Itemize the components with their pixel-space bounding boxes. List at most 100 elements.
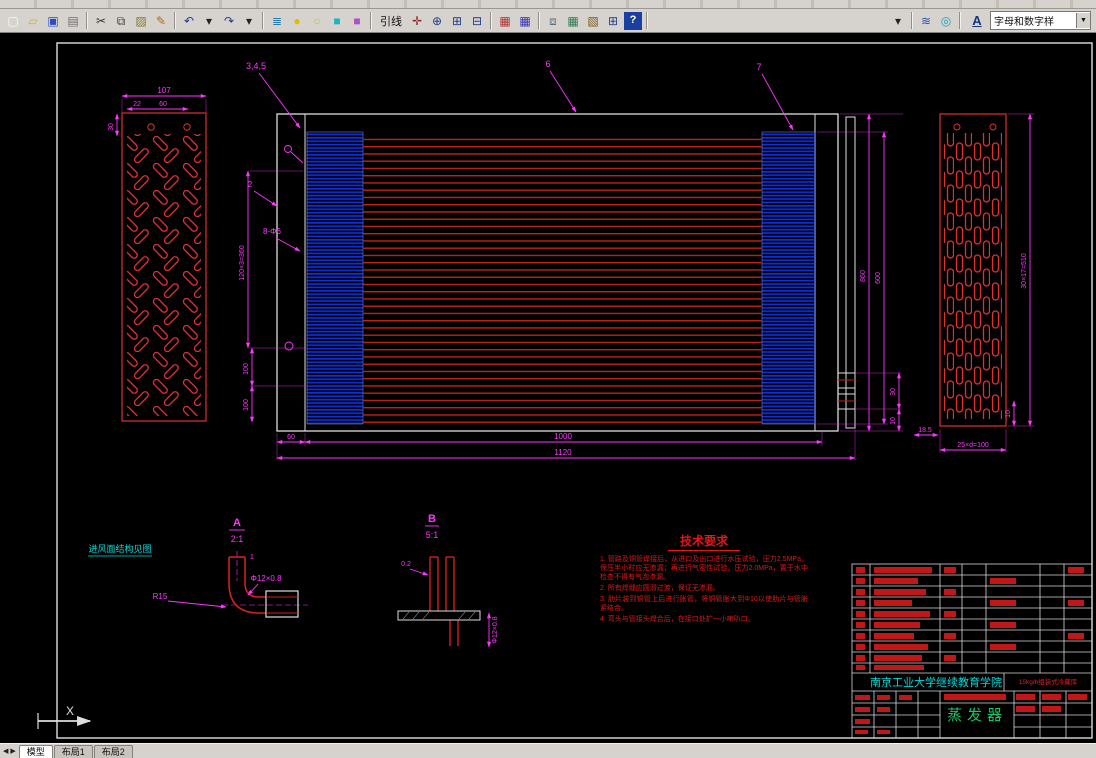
tab-layout2[interactable]: 布局2	[93, 745, 133, 758]
redo-icon[interactable]: ↷	[219, 11, 239, 31]
fin-block-left[interactable]	[306, 131, 364, 425]
design-center-icon[interactable]: ▦	[515, 11, 535, 31]
dim-1120[interactable]: 1120	[554, 448, 572, 457]
dim-10-right[interactable]: 10	[890, 417, 897, 425]
dim-860[interactable]: 860	[860, 270, 867, 282]
calculator-icon[interactable]: ⊞	[603, 11, 623, 31]
tech-requirement-item: 1. 管路及铜管焊接后，从进口及出口进行水压试验，压力2.5MPa，保压半小时应…	[600, 556, 808, 581]
layer-off-bulb-icon[interactable]: ○	[307, 11, 327, 31]
toolbar-overflow-icon[interactable]: ▾	[888, 11, 908, 31]
left-plate-view[interactable]	[121, 112, 207, 422]
zoom-previous-icon[interactable]: ⊟	[467, 11, 487, 31]
dim-100-b[interactable]: 100	[243, 399, 250, 411]
tab-model[interactable]: 模型	[18, 745, 53, 758]
toolbar-left: ▢ ▱ ▣ ▤ ✂ ⧉ ▨ ✎ ↶ ▾ ↷ ▾ ≣ ● ○ ■ ■	[3, 11, 375, 31]
zoom-realtime-icon[interactable]: ⊕	[427, 11, 447, 31]
table-icon[interactable]: ▦	[563, 11, 583, 31]
dim-30-right[interactable]: 30	[890, 388, 897, 396]
detail-b-label[interactable]: B	[428, 513, 436, 525]
detail-a-label[interactable]: A	[233, 517, 241, 529]
dim-18-5[interactable]: 18.5	[918, 427, 932, 434]
holes-callout[interactable]: 8-Φ6	[263, 227, 281, 236]
tech-requirement-item: 2. 所有焊缝应圆滑过渡，保证无渗漏。	[600, 585, 720, 592]
detail-a-view[interactable]: 进风面结构见图 A 2:1 Φ12×0.8 R15 1	[88, 517, 308, 618]
callout-2[interactable]: 2	[248, 180, 253, 189]
title-block-school: 南京工业大学继续教育学院	[870, 675, 1002, 689]
tube-bundle[interactable]	[363, 135, 762, 425]
layers-icon[interactable]: ≣	[267, 11, 287, 31]
dim-60[interactable]: 60	[159, 101, 167, 108]
technical-requirements-title: 技术要求	[668, 532, 740, 551]
technical-requirements: 技术要求 1. 管路及铜管焊接后，从进口及出口进行水压试验，压力2.5MPa，保…	[600, 532, 808, 626]
dim-107[interactable]: 107	[157, 86, 171, 95]
cad-drawing[interactable]: 107 22 60 30 3,4,5 6 7 2 8-Φ6 120×3=360 …	[0, 33, 1096, 743]
callout-7[interactable]: 7	[756, 62, 761, 72]
text-style-combobox-value: 字母和数字样	[994, 17, 1054, 28]
layer-on-bulb-icon[interactable]: ●	[287, 11, 307, 31]
tab-layout1[interactable]: 布局1	[53, 745, 93, 758]
callout-3-4-5[interactable]: 3,4,5	[246, 61, 266, 71]
dim-120x3-360[interactable]: 120×3=360	[239, 245, 246, 281]
dim-25xd-100[interactable]: 25×d=100	[957, 442, 989, 449]
text-style-combobox[interactable]: 字母和数字样 ▼	[990, 11, 1091, 30]
drawing-viewport[interactable]: 107 22 60 30 3,4,5 6 7 2 8-Φ6 120×3=360 …	[0, 33, 1096, 743]
toolbar-separator	[86, 12, 88, 29]
help-icon[interactable]: ?	[624, 11, 642, 30]
undo-dropdown-icon[interactable]: ▾	[199, 11, 219, 31]
dim-100-a[interactable]: 100	[243, 363, 250, 375]
title-block-part-name: 蒸发器	[947, 707, 1007, 724]
dim-30x17-510[interactable]: 30×17=510	[1021, 253, 1028, 289]
pan-icon[interactable]: ✛	[407, 11, 427, 31]
toolbar-separator	[262, 12, 264, 29]
detail-b-view[interactable]: B 5:1 0.2 Φ12×0.8	[397, 513, 499, 648]
toolbar-separator	[646, 12, 648, 29]
dim-30-left[interactable]: 30	[108, 123, 115, 131]
leader-toolbar-label: 引线	[380, 15, 402, 28]
render-icon[interactable]: ▧	[583, 11, 603, 31]
detail-a-dim[interactable]: Φ12×0.8	[250, 574, 282, 583]
text-style-icon[interactable]: A	[968, 12, 986, 30]
properties-icon[interactable]: ▦	[495, 11, 515, 31]
detail-a-num[interactable]: 1	[250, 554, 254, 561]
detail-b-gap[interactable]: 0.2	[401, 561, 411, 568]
right-plate-view[interactable]	[939, 113, 1007, 427]
color-chip-magenta-icon[interactable]: ■	[347, 11, 367, 31]
print-icon[interactable]: ▤	[63, 11, 83, 31]
ucs-x-label: X	[66, 704, 74, 718]
open-file-icon[interactable]: ▱	[23, 11, 43, 31]
dim-10-plate[interactable]: 10	[1005, 410, 1012, 418]
inlet-face-note[interactable]: 进风面结构见图	[88, 543, 151, 554]
redo-dropdown-icon[interactable]: ▾	[239, 11, 259, 31]
main-assembly-view[interactable]	[276, 113, 856, 432]
layer-states-icon[interactable]: ≋	[916, 11, 936, 31]
left-plate-dimensions[interactable]: 107 22 60 30	[108, 86, 207, 137]
dim-1000[interactable]: 1000	[554, 432, 572, 441]
undo-icon[interactable]: ↶	[179, 11, 199, 31]
orbit-icon[interactable]: ◎	[936, 11, 956, 31]
dim-60-bottom[interactable]: 60	[287, 434, 295, 441]
zoom-window-icon[interactable]: ⊞	[447, 11, 467, 31]
toolbar-right-icons: ▾ ≋ ◎	[888, 11, 964, 31]
match-properties-icon[interactable]: ✎	[151, 11, 171, 31]
callout-6[interactable]: 6	[545, 59, 550, 69]
color-chip-cyan-icon[interactable]: ■	[327, 11, 347, 31]
tech-requirements-items: 1. 管路及铜管焊接后，从进口及出口进行水压试验，压力2.5MPa，保压半小时应…	[600, 555, 808, 624]
detail-a-radius[interactable]: R15	[153, 592, 168, 601]
dim-22[interactable]: 22	[133, 101, 141, 108]
detail-b-scale[interactable]: 5:1	[426, 530, 439, 540]
detail-b-dim[interactable]: Φ12×0.8	[492, 616, 499, 643]
cut-icon[interactable]: ✂	[91, 11, 111, 31]
cad-application-window: ▢ ▱ ▣ ▤ ✂ ⧉ ▨ ✎ ↶ ▾ ↷ ▾ ≣ ● ○ ■ ■ 引线 ✛ ⊕ ⊞ ⊟ ▦ ▦ ⧈ ▦ ▧ ⊞? ▾ ≋ ◎ A 字…	[0, 0, 1096, 758]
sheet-set-icon[interactable]: ⧈	[543, 11, 563, 31]
cropped-menu-strip	[0, 0, 1096, 9]
paste-icon[interactable]: ▨	[131, 11, 151, 31]
combobox-dropdown-icon[interactable]: ▼	[1076, 13, 1090, 28]
detail-a-scale[interactable]: 2:1	[231, 534, 244, 544]
save-icon[interactable]: ▣	[43, 11, 63, 31]
new-file-icon[interactable]: ▢	[3, 11, 23, 31]
dim-600[interactable]: 600	[875, 272, 882, 284]
copy-icon[interactable]: ⧉	[111, 11, 131, 31]
tab-nav-arrows[interactable]: ◀ ▶	[0, 745, 19, 758]
fin-block-right[interactable]	[761, 131, 816, 425]
toolbar-separator	[959, 12, 961, 29]
